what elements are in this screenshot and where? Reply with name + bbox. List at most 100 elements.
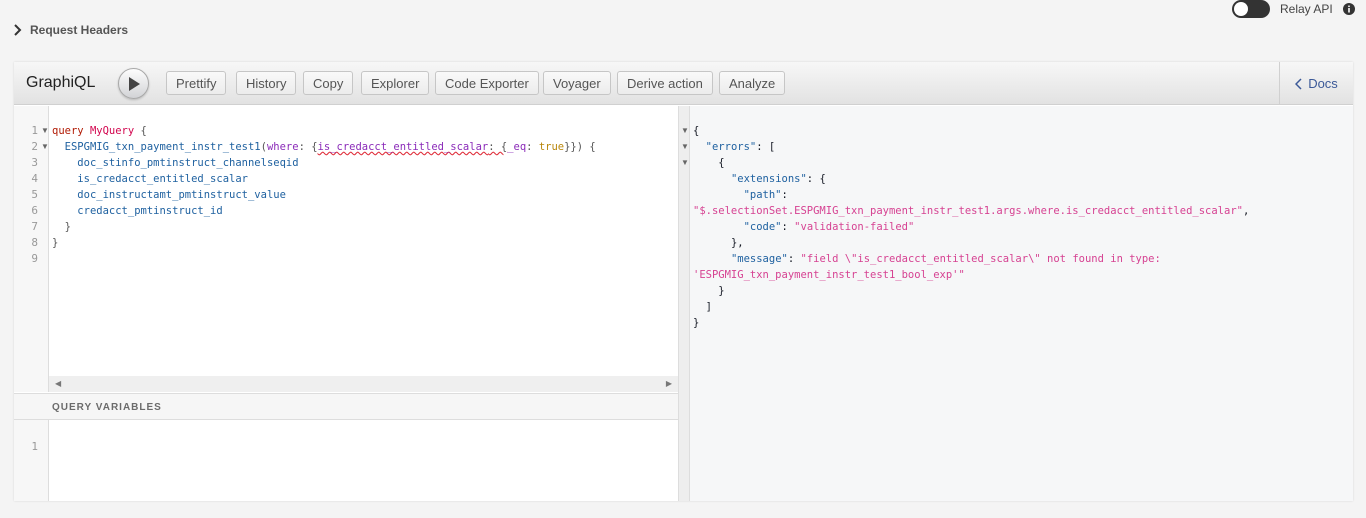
code-exporter-button[interactable]: Code Exporter [435,71,539,95]
brace: } [693,317,700,329]
toolbar: GraphiQL Prettify History Copy Explorer … [14,62,1353,105]
brace: { [134,125,147,137]
scroll-right-icon[interactable]: ▶ [666,379,672,388]
result-line: "message": "field \"is_credacct_entitled… [693,251,1161,267]
punctuation: : { [488,141,508,153]
line-number: 8 [31,236,38,249]
json-string-value: "validation-failed" [794,221,915,233]
code-line: is_credacct_entitled_scalar [52,171,248,187]
json-key: "path" [743,189,782,201]
line-number: 2 [31,140,38,153]
json-key: "extensions" [730,173,807,185]
line-number: 9 [31,252,38,265]
code-line: } [52,219,71,235]
boolean-value: true [538,141,565,153]
result-line: "code": "validation-failed" [693,219,915,235]
request-headers-label: Request Headers [30,23,129,37]
code-line: query MyQuery { [52,123,147,139]
fold-marker-icon[interactable]: ▼ [41,139,49,155]
punctuation: : [526,141,539,153]
code-line: doc_instructamt_pmtinstruct_value [52,187,286,203]
result-line: } [693,283,724,299]
voyager-button[interactable]: Voyager [543,71,611,95]
punctuation: : { [298,141,318,153]
request-headers-toggle[interactable]: Request Headers [12,22,128,38]
chevron-left-icon [1295,77,1302,90]
result-line: } [693,315,699,331]
prettify-button[interactable]: Prettify [166,71,227,95]
punctuation: : [787,253,801,265]
play-icon [128,76,140,91]
json-key: "code" [743,221,782,233]
chevron-right-icon [14,24,22,36]
punctuation: , [1242,205,1250,217]
json-string-value: "field \"is_credacct_entitled_scalar\" n… [800,253,1161,265]
fold-marker-icon[interactable]: ▼ [41,123,49,139]
relay-api-toggle[interactable] [1232,0,1270,18]
result-line: "errors": [ [693,139,776,155]
brace: { [718,157,725,169]
code-line: doc_stinfo_pmtinstruct_channelseqid [52,155,299,171]
code-line: } [52,235,58,251]
info-icon[interactable] [1342,3,1355,15]
eq-argument: _eq [507,141,527,153]
bracket: ] [705,301,712,313]
json-key: "message" [730,253,788,265]
copy-button[interactable]: Copy [303,71,354,95]
root-field: ESPGMIG_txn_payment_instr_test1 [64,141,261,153]
explorer-button[interactable]: Explorer [361,71,430,95]
result-line: "extensions": { [693,171,826,187]
line-number: 1 [31,440,38,453]
json-string-value: "$.selectionSet.ESPGMIG_txn_payment_inst… [693,205,1243,217]
punctuation: : [781,189,788,201]
result-line: { [693,155,725,171]
result-line: { [693,123,699,139]
brace: } [64,221,71,233]
result-line: "$.selectionSet.ESPGMIG_txn_payment_inst… [693,203,1249,219]
fold-marker-icon[interactable]: ▼ [681,139,689,155]
result-viewer: ▼ ▼ ▼ { "errors": [ { "extensions": { "p… [681,106,1353,501]
line-number: 1 [31,124,38,137]
docs-button[interactable]: Docs [1279,62,1353,105]
selected-field: doc_instructamt_pmtinstruct_value [77,189,286,201]
graphiql-panel: GraphiQL Prettify History Copy Explorer … [14,62,1353,501]
line-number-gutter: 1 [14,420,49,501]
query-variables-editor[interactable]: 1 [14,420,678,501]
horizontal-scrollbar[interactable]: ◀ ▶ [49,376,678,392]
toggle-knob [1234,2,1248,16]
query-name: MyQuery [89,125,135,137]
brace: { [693,125,700,137]
where-argument: where [266,141,299,153]
line-number: 7 [31,220,38,233]
analyze-button[interactable]: Analyze [719,71,786,95]
code-line: ESPGMIG_txn_payment_instr_test1(where: {… [52,139,596,155]
scroll-left-icon[interactable]: ◀ [55,379,61,388]
derive-action-button[interactable]: Derive action [617,71,713,95]
relay-api-label: Relay API [1280,2,1333,16]
punctuation: }}) { [564,141,596,153]
line-number-gutter: 1 2 3 4 5 6 7 8 9 ▼ ▼ [14,106,49,392]
result-line: "path": [693,187,788,203]
history-button[interactable]: History [236,71,297,95]
brace: }, [730,237,744,249]
json-key: "errors" [705,141,757,153]
line-number: 5 [31,188,38,201]
query-variables-title: QUERY VARIABLES [52,402,162,413]
result-line: 'ESPGMIG_txn_payment_instr_test1_bool_ex… [693,267,965,283]
line-number: 4 [31,172,38,185]
query-keyword: query [52,125,84,137]
result-line: ] [693,299,712,315]
fold-marker-icon[interactable]: ▼ [681,123,689,139]
execute-query-button[interactable] [118,68,149,99]
selected-field: credacct_pmtinstruct_id [77,205,223,217]
selected-field: doc_stinfo_pmtinstruct_channelseqid [77,157,299,169]
invalid-field-error: is_credacct_entitled_scalar [317,141,489,153]
punctuation: : [ [756,141,776,153]
query-variables-header[interactable]: QUERY VARIABLES [14,393,678,420]
line-number: 3 [31,156,38,169]
fold-marker-icon[interactable]: ▼ [681,155,689,171]
line-number: 6 [31,204,38,217]
punctuation: : { [806,173,826,185]
query-editor[interactable]: 1 2 3 4 5 6 7 8 9 ▼ ▼ query MyQuery { ES… [14,106,678,392]
json-string-value: 'ESPGMIG_txn_payment_instr_test1_bool_ex… [693,269,965,281]
